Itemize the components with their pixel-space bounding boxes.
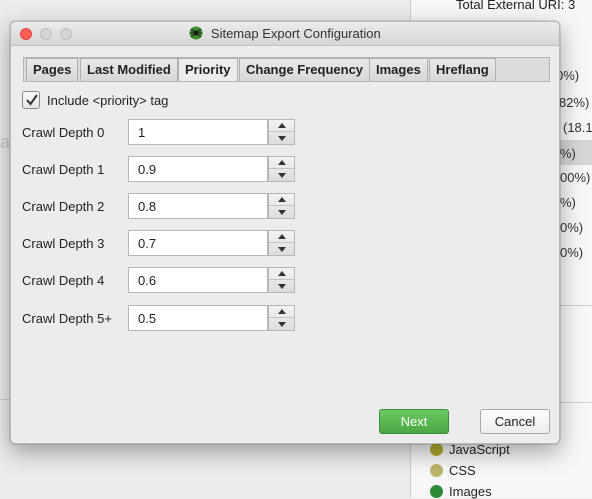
legend-label: CSS [449, 463, 476, 478]
arrow-down-icon [277, 246, 286, 252]
crawl-depth-1-spinner[interactable] [268, 156, 295, 182]
background-percent: 00%) [560, 170, 591, 185]
legend-dot-icon [430, 464, 443, 477]
crawl-depth-3-spinner[interactable] [268, 230, 295, 256]
crawl-depth-0-spinner[interactable] [268, 119, 295, 145]
crawl-depth-4-spinner[interactable] [268, 267, 295, 293]
spinner-up-button[interactable] [269, 231, 294, 243]
legend-dot-icon [430, 485, 443, 498]
crawl-depth-4-input[interactable] [128, 267, 268, 293]
spinner-down-button[interactable] [269, 280, 294, 292]
arrow-down-icon [277, 283, 286, 289]
include-priority-row[interactable]: Include <priority> tag [22, 91, 168, 109]
legend-item: CSS [430, 463, 476, 478]
arrow-up-icon [277, 160, 286, 165]
crawl-depth-2-input[interactable] [128, 193, 268, 219]
legend-item: Images [430, 484, 492, 499]
tab-pages[interactable]: Pages [26, 58, 79, 81]
arrow-up-icon [277, 197, 286, 202]
tab-last-modified[interactable]: Last Modified [80, 58, 178, 81]
tab-hreflang[interactable]: Hreflang [429, 58, 496, 81]
spinner-down-button[interactable] [269, 243, 294, 255]
crawl-depth-label: Crawl Depth 1 [22, 162, 105, 177]
spinner-down-button[interactable] [269, 132, 294, 144]
tab-change-frequency[interactable]: Change Frequency [239, 58, 371, 81]
arrow-down-icon [277, 321, 286, 327]
spinner-up-button[interactable] [269, 120, 294, 132]
background-percent: %) [560, 195, 576, 210]
spinner-up-button[interactable] [269, 268, 294, 280]
crawl-depth-label: Crawl Depth 4 [22, 273, 105, 288]
checkmark-icon [26, 94, 38, 106]
legend-dot-icon [430, 443, 443, 456]
spinner-down-button[interactable] [269, 169, 294, 181]
spider-app-icon [189, 26, 203, 40]
tab-panel-border [23, 81, 550, 82]
crawl-depth-3-input[interactable] [128, 230, 268, 256]
legend-label: Images [449, 484, 492, 499]
legend-item: JavaScript [430, 442, 510, 457]
arrow-up-icon [277, 309, 286, 314]
cancel-button[interactable]: Cancel [480, 409, 550, 434]
background-total-external-uri: Total External URI: 3 [456, 0, 576, 12]
arrow-down-icon [277, 135, 286, 141]
spinner-up-button[interactable] [269, 306, 294, 318]
arrow-down-icon [277, 209, 286, 215]
background-left-fragment: a [0, 132, 11, 152]
background-percent: 82%) [559, 95, 590, 110]
legend-label: JavaScript [449, 442, 510, 457]
crawl-depth-5-input[interactable] [128, 305, 268, 331]
crawl-depth-label: Crawl Depth 2 [22, 199, 105, 214]
sitemap-export-dialog: Sitemap Export Configuration Pages Last … [10, 21, 560, 444]
spinner-down-button[interactable] [269, 206, 294, 218]
background-percent: 0%) [560, 220, 584, 235]
crawl-depth-label: Crawl Depth 3 [22, 236, 105, 251]
spinner-up-button[interactable] [269, 194, 294, 206]
tab-images[interactable]: Images [369, 58, 428, 81]
crawl-depth-2-spinner[interactable] [268, 193, 295, 219]
arrow-up-icon [277, 271, 286, 276]
background-percent: %) [560, 146, 576, 161]
arrow-down-icon [277, 172, 286, 178]
spinner-down-button[interactable] [269, 318, 294, 330]
title-bar[interactable]: Sitemap Export Configuration [11, 22, 559, 46]
arrow-up-icon [277, 234, 286, 239]
include-priority-checkbox[interactable] [22, 91, 40, 109]
crawl-depth-label: Crawl Depth 0 [22, 125, 105, 140]
dialog-title: Sitemap Export Configuration [210, 26, 381, 41]
include-priority-label: Include <priority> tag [47, 92, 169, 108]
crawl-depth-5-spinner[interactable] [268, 305, 295, 331]
crawl-depth-label: Crawl Depth 5+ [22, 311, 112, 326]
tab-priority[interactable]: Priority [178, 58, 238, 82]
arrow-up-icon [277, 123, 286, 128]
background-percent: (18.1 [563, 120, 592, 135]
spinner-up-button[interactable] [269, 157, 294, 169]
crawl-depth-1-input[interactable] [128, 156, 268, 182]
background-percent: 0%) [560, 245, 584, 260]
crawl-depth-0-input[interactable] [128, 119, 268, 145]
next-button[interactable]: Next [379, 409, 449, 434]
